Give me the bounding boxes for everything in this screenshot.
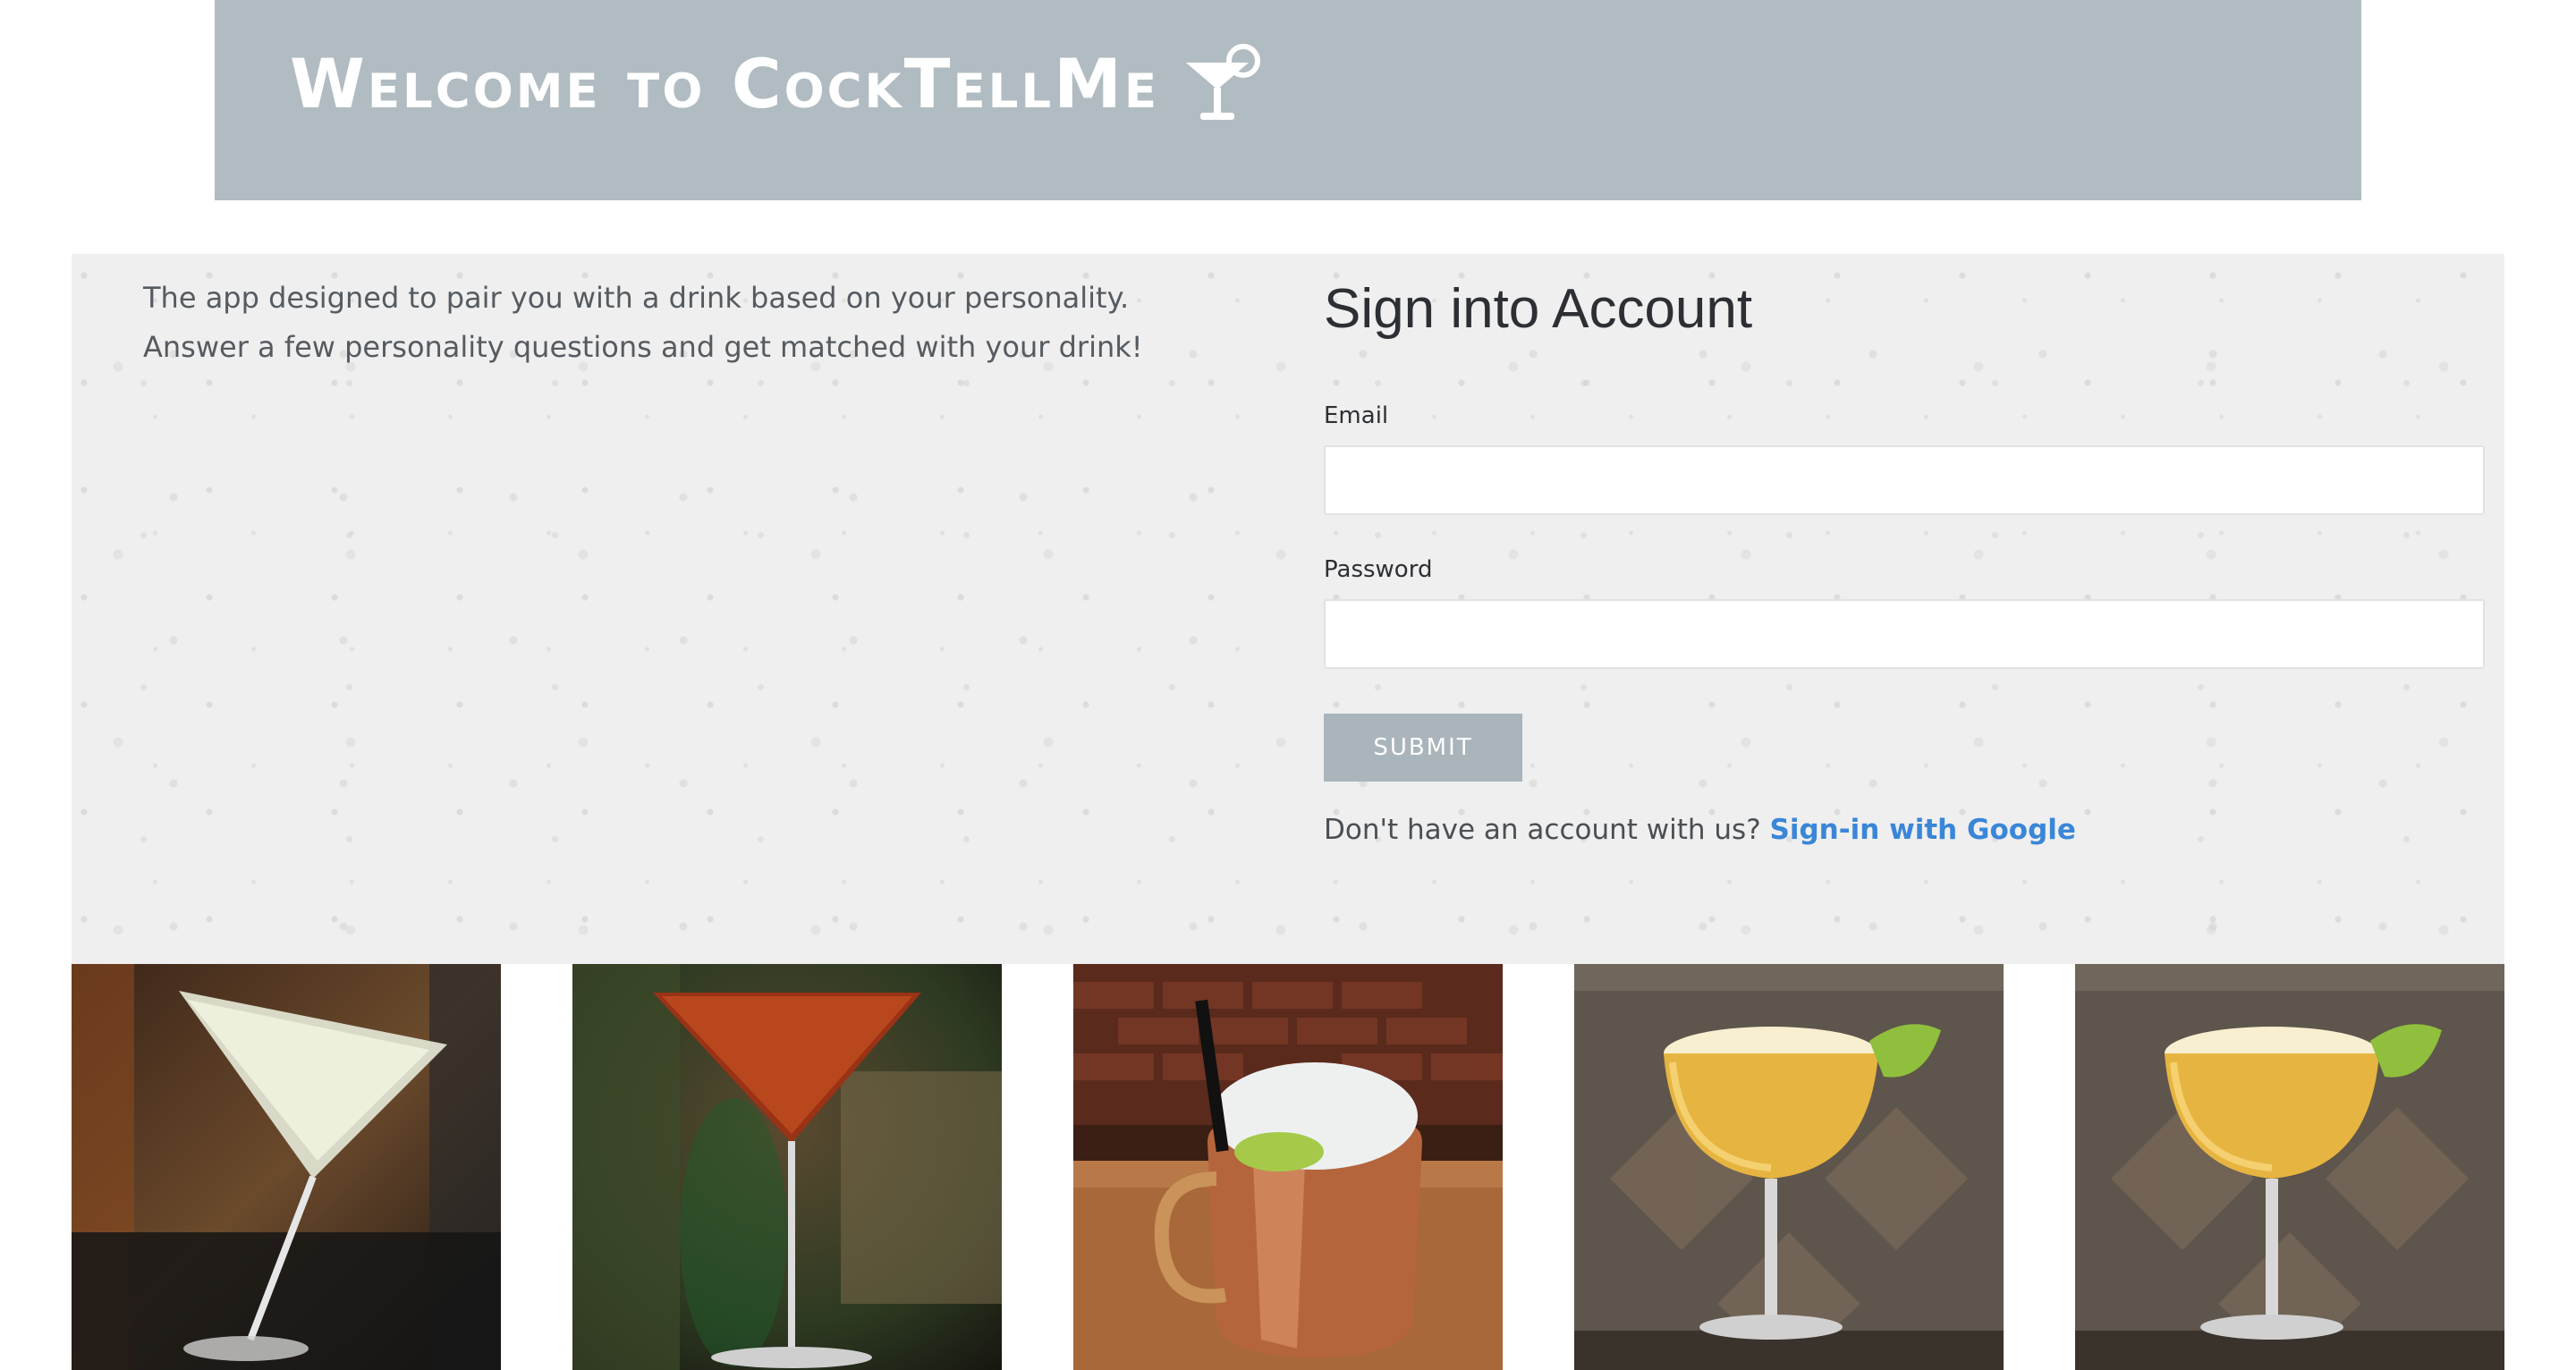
main-panel: The app designed to pair you with a drin…	[72, 254, 2504, 964]
cocktail-photo-martini-red	[572, 964, 1002, 1370]
cocktail-gallery	[72, 964, 2504, 1370]
cocktail-photo-martini-white	[72, 964, 501, 1370]
password-label: Password	[1324, 556, 1433, 583]
no-account-line: Don't have an account with us? Sign-in w…	[1324, 814, 2076, 846]
intro-line-2: Answer a few personality questions and g…	[143, 330, 1143, 364]
cocktail-glass-icon	[1179, 43, 1268, 125]
submit-button[interactable]: SUBMIT	[1324, 714, 1522, 782]
email-label: Email	[1324, 402, 1389, 429]
header-banner: Welcome to CockTellMe	[215, 0, 2361, 200]
signin-heading: Sign into Account	[1324, 278, 1753, 340]
intro-text: The app designed to pair you with a drin…	[143, 274, 1252, 372]
cocktail-photo-coupe-yellow-2	[2075, 964, 2504, 1370]
google-signin-link[interactable]: Sign-in with Google	[1770, 814, 2076, 846]
email-field[interactable]	[1324, 445, 2485, 515]
site-title-text: Welcome to CockTellMe	[290, 44, 1160, 123]
no-account-text: Don't have an account with us?	[1324, 814, 1761, 846]
cocktail-photo-copper-mule	[1073, 964, 1503, 1370]
site-title: Welcome to CockTellMe	[290, 43, 1268, 125]
password-field[interactable]	[1324, 599, 2485, 669]
signin-form: Sign into Account Email Password SUBMIT …	[1324, 272, 2487, 846]
cocktail-photo-coupe-yellow	[1574, 964, 2004, 1370]
intro-line-1: The app designed to pair you with a drin…	[143, 281, 1130, 315]
